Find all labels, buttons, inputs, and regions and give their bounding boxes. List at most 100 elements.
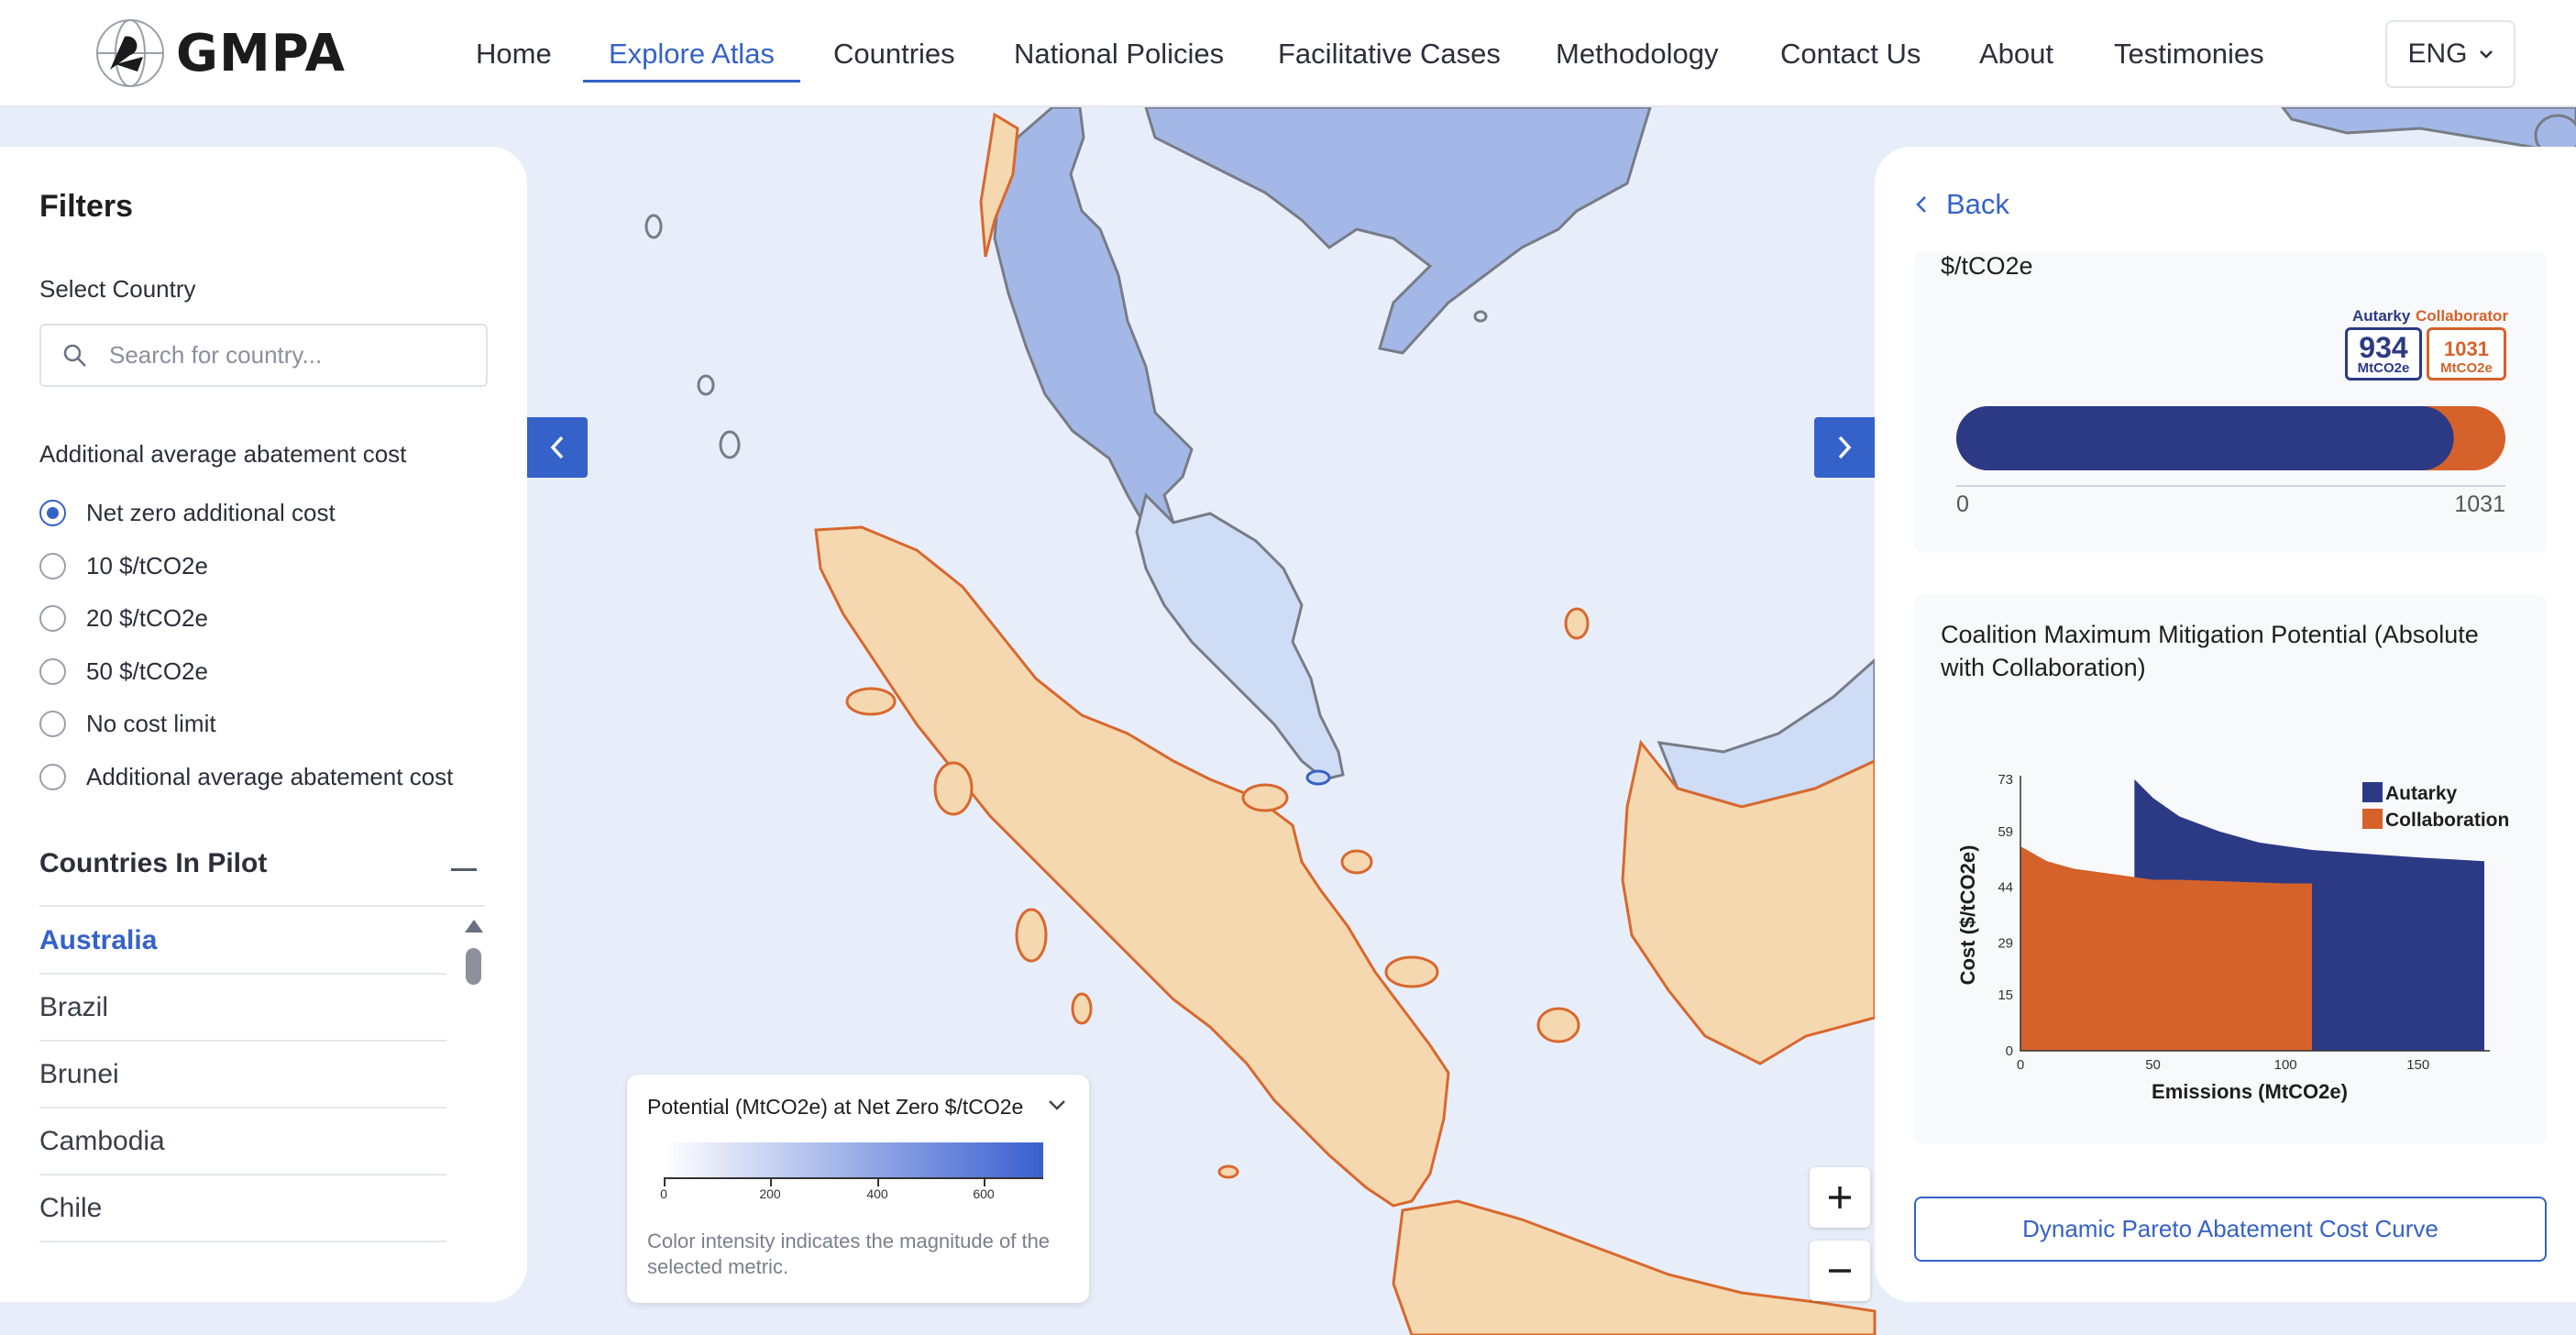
y-axis-title: Cost ($/tCO2e) [1956, 845, 1979, 986]
list-item[interactable]: Brunei [39, 1042, 446, 1109]
chevron-left-icon [1916, 196, 1926, 213]
details-panel: Back $/tCO2e Autarky Collaborator 934 Mt… [1875, 147, 2576, 1302]
countries-in-pilot-title: Countries In Pilot [39, 848, 268, 878]
language-label: ENG [2407, 39, 2468, 69]
radio-label: Net zero additional cost [86, 499, 336, 526]
scroll-up-arrow[interactable] [465, 920, 483, 932]
map-island[interactable] [697, 374, 715, 396]
pareto-curve-button[interactable]: Dynamic Pareto Abatement Cost Curve [1914, 1197, 2547, 1262]
plus-icon [1829, 1186, 1851, 1208]
map-island[interactable] [719, 430, 741, 459]
collapse-left-panel-button[interactable] [527, 417, 588, 478]
radio-10[interactable]: 10 $/tCO2e [39, 552, 208, 580]
legend-tick [984, 1179, 985, 1186]
map-legend: Potential (MtCO2e) at Net Zero $/tCO2e 0… [627, 1075, 1089, 1303]
mitigation-potential-card: Coalition Maximum Mitigation Potential (… [1914, 594, 2547, 1144]
collapse-icon[interactable] [451, 868, 477, 871]
legend-note: Color intensity indicates the magnitude … [647, 1230, 1051, 1278]
x-tick-label: 0 [2017, 1057, 2024, 1073]
top-header: GMPA Home Explore Atlas Countries Nation… [0, 0, 2576, 107]
list-item[interactable]: Australia [39, 908, 446, 975]
map-island[interactable] [1564, 607, 1590, 640]
language-selector[interactable]: ENG [2385, 20, 2515, 88]
divider [39, 905, 485, 907]
y-tick-label: 0 [2006, 1043, 2013, 1059]
legend-tick-label: 600 [973, 1186, 995, 1201]
nav-home[interactable]: Home [476, 0, 552, 107]
map-island[interactable] [1536, 1007, 1580, 1043]
back-button[interactable]: Back [1915, 188, 2009, 221]
select-country-label: Select Country [39, 275, 196, 303]
main-nav: Home Explore Atlas Countries National Po… [0, 0, 2576, 107]
nav-about[interactable]: About [1979, 0, 2053, 107]
nav-contact-us[interactable]: Contact Us [1780, 0, 1921, 107]
legend-title: Potential (MtCO2e) at Net Zero $/tCO2e [647, 1095, 1024, 1119]
legend-label-collaboration: Collaboration [2385, 810, 2509, 831]
legend-tick [770, 1179, 772, 1186]
map-island[interactable] [1241, 783, 1289, 812]
radio-net-zero[interactable]: Net zero additional cost [39, 499, 336, 527]
bar-axis-max: 1031 [2454, 491, 2505, 517]
chevron-down-icon[interactable] [1047, 1098, 1067, 1111]
map-island[interactable] [1305, 769, 1331, 786]
search-input[interactable] [109, 341, 476, 370]
map-island[interactable] [1015, 908, 1048, 963]
x-tick-label: 150 [2406, 1057, 2429, 1073]
nav-testimonies[interactable]: Testimonies [2114, 0, 2264, 107]
radio-button[interactable] [39, 605, 66, 632]
minus-icon [1829, 1269, 1851, 1273]
radio-button[interactable] [39, 658, 66, 685]
nav-methodology[interactable]: Methodology [1556, 0, 1719, 107]
chevron-right-icon [1838, 436, 1852, 459]
nav-facilitative-cases[interactable]: Facilitative Cases [1278, 0, 1501, 107]
x-tick-label: 100 [2274, 1057, 2297, 1073]
country-search[interactable] [39, 324, 488, 387]
nav-national-policies[interactable]: National Policies [1014, 0, 1224, 107]
nav-explore-atlas[interactable]: Explore Atlas [583, 0, 800, 107]
y-tick-label: 44 [1998, 880, 2013, 896]
map-island[interactable] [1340, 849, 1373, 875]
chevron-down-icon [2479, 50, 2493, 59]
map-island[interactable] [644, 214, 663, 239]
mitigation-area-chart: 0 15 29 44 59 73 0 50 100 150 Cost ($/tCO2e) Emis… [1956, 772, 2509, 1103]
zoom-out-button[interactable] [1810, 1241, 1870, 1301]
collapse-right-panel-button[interactable] [1814, 417, 1875, 478]
country-list[interactable]: Australia Brazil Brunei Cambodia Chile [39, 908, 446, 1274]
map-island[interactable] [933, 761, 974, 816]
radio-button[interactable] [39, 711, 66, 737]
y-tick-label: 73 [1998, 772, 2013, 788]
filters-title: Filters [39, 189, 134, 224]
map-island[interactable] [1071, 992, 1093, 1025]
list-item[interactable]: Chile [39, 1175, 446, 1242]
radio-no-limit[interactable]: No cost limit [39, 710, 216, 738]
filters-panel: Filters Select Country Additional averag… [0, 147, 527, 1302]
map-island[interactable] [1384, 955, 1439, 988]
legend-color-scale [664, 1142, 1043, 1177]
map-island[interactable] [1217, 1164, 1239, 1179]
radio-label: 50 $/tCO2e [86, 657, 208, 685]
legend-label-autarky: Autarky [2385, 783, 2458, 804]
potential-comparison-card: $/tCO2e Autarky Collaborator 934 MtCO2e … [1914, 252, 2547, 553]
radio-button[interactable] [39, 553, 66, 579]
map-island[interactable] [845, 687, 897, 716]
list-item[interactable]: Cambodia [39, 1109, 446, 1175]
scrollbar-thumb[interactable] [466, 948, 481, 985]
search-icon [63, 344, 86, 367]
radio-50[interactable]: 50 $/tCO2e [39, 657, 208, 686]
radio-button[interactable] [39, 500, 66, 526]
zoom-in-button[interactable] [1810, 1167, 1870, 1228]
map-island[interactable] [1473, 310, 1488, 323]
legend-tick [664, 1179, 666, 1186]
radio-20[interactable]: 20 $/tCO2e [39, 604, 208, 633]
radio-label: 20 $/tCO2e [86, 604, 208, 632]
legend-tick-label: 200 [759, 1186, 781, 1201]
list-item[interactable]: Brazil [39, 975, 446, 1042]
radio-additional-cost[interactable]: Additional average abatement cost [39, 763, 453, 791]
cost-filter-label: Additional average abatement cost [39, 440, 407, 468]
radio-button[interactable] [39, 764, 66, 790]
chevron-left-icon [550, 436, 564, 459]
radio-label: 10 $/tCO2e [86, 552, 208, 579]
nav-countries[interactable]: Countries [833, 0, 955, 107]
bar-axis-min: 0 [1956, 491, 1969, 517]
y-tick-label: 29 [1998, 935, 2013, 951]
